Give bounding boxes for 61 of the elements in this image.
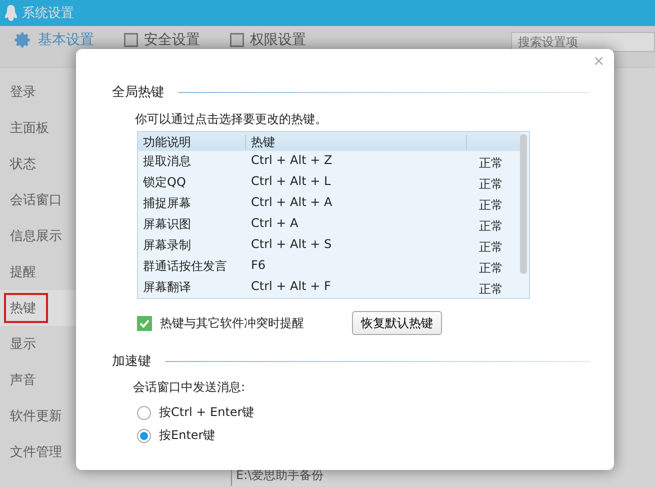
radio-button[interactable] [137,428,151,442]
settings-tab[interactable]: 权限设置 [230,31,306,49]
hotkey-row[interactable]: 捕捉屏幕 Ctrl + Alt + A 正常 [138,193,520,214]
table-cell-text: 锁定QQ [142,174,187,191]
sidebar-item[interactable]: 会话窗口 [0,182,76,218]
search-field[interactable]: 搜索设置项 [511,32,655,52]
close-button[interactable]: × [589,51,608,72]
table-cell-text: Ctrl + Alt + A [250,194,334,208]
table-cell-text: 正常 [478,239,504,256]
table-cell-text: 屏幕翻译 [142,279,192,296]
restore-button[interactable]: 恢复默认热键 [352,311,442,335]
radio-label: 按Enter键 [159,427,216,444]
table-cell-text: Ctrl + Alt + S [250,236,333,250]
hotkey-row[interactable]: 提取消息 Ctrl + Alt + Z 正常 [138,151,520,172]
hotkey-row[interactable]: 群通话按住发言 F6 正常 [138,256,520,277]
sidebar-item[interactable]: 状态 [0,146,76,182]
gear-icon [14,31,32,49]
hotkey-row[interactable]: 屏幕录制 Ctrl + Alt + S 正常 [138,235,520,256]
sidebar-item[interactable]: 提醒 [0,254,76,290]
radio-label: 按Ctrl + Enter键 [159,404,254,421]
sidebar-item[interactable]: 主面板 [0,110,76,146]
hotkey-row[interactable]: 屏幕翻译 Ctrl + Alt + F 正常 [138,277,520,298]
table-cell-text: Ctrl + Alt + F [250,278,332,292]
section-title: 加速键 [112,353,151,370]
table-cell-text: 正常 [478,260,504,277]
sidebar-item[interactable]: 热键 [0,290,76,326]
table-cell-text: 正常 [478,281,504,298]
table-cell-text: F6 [250,258,267,272]
checkbox[interactable] [137,316,152,330]
table-cell-text: Ctrl + A [250,216,300,230]
column-header: 热键 [246,134,467,148]
radio-button[interactable] [137,406,151,420]
table-cell-text: 提取消息 [142,153,192,170]
hint-text: 你可以通过点击选择要更改的热键。 [135,111,328,128]
table-cell-text: 捕捉屏幕 [142,195,192,212]
table-cell-text: 屏幕识图 [142,216,192,233]
checkbox-label: 热键与其它软件冲突时提醒 [160,314,305,332]
table-cell-text: 群通话按住发言 [142,258,228,275]
table-cell-text: Ctrl + Alt + Z [250,152,334,166]
settings-tab[interactable]: 安全设置 [124,31,200,49]
sidebar-item[interactable]: 登录 [0,74,76,110]
scroll-thumb[interactable] [520,134,527,274]
column-header: 功能说明 [138,134,246,148]
sidebar-item[interactable]: 文件管理 [0,434,76,470]
sidebar-item[interactable]: 软件更新 [0,398,76,434]
table-cell-text: 正常 [478,176,504,193]
hotkey-row[interactable]: 屏幕识图 Ctrl + A 正常 [138,214,520,235]
penguin-icon [4,4,18,22]
window-title: 系统设置 [22,5,74,22]
table-cell-text: 正常 [478,218,504,235]
table-cell-text: 正常 [478,155,504,172]
settings-tab[interactable]: 基本设置 [14,31,94,49]
hotkey-row[interactable]: 锁定QQ Ctrl + Alt + L 正常 [138,172,520,193]
table-cell-text: Ctrl + Alt + L [250,174,332,188]
section-title: 全局热键 [112,84,164,101]
sidebar-item[interactable]: 声音 [0,362,76,398]
table-cell-text: 屏幕录制 [142,237,192,254]
prompt-text: 会话窗口中发送消息: [133,379,246,396]
sidebar-item[interactable]: 显示 [0,326,76,362]
sidebar-item[interactable]: 信息展示 [0,218,76,254]
table-cell-text: 正常 [478,197,504,214]
